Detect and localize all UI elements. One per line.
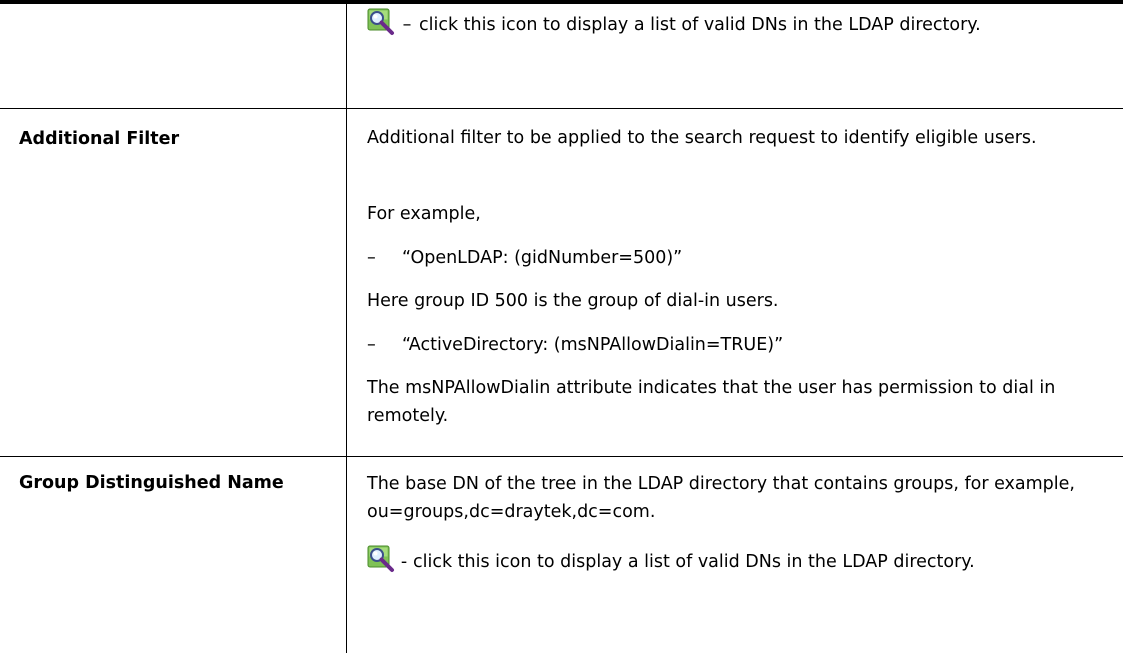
example-item: – “OpenLDAP: (gidNumber=500)” — [367, 244, 1112, 272]
example-item: – “ActiveDirectory: (msNPAllowDialin=TRUE… — [367, 331, 1112, 359]
icon-note-text: click this icon to display a list of val… — [419, 15, 981, 35]
icon-note-text: click this icon to display a list of val… — [413, 552, 975, 572]
column-divider — [346, 4, 347, 653]
icon-description: - click this icon to display a list of va… — [367, 545, 1112, 576]
row-separator — [0, 456, 1123, 457]
magnifier-icon[interactable] — [367, 545, 395, 573]
icon-description: – click this icon to display a list of va… — [367, 8, 1112, 39]
dash: – — [367, 335, 376, 355]
dash: – — [402, 15, 412, 35]
row-separator — [0, 108, 1123, 109]
term-additional-filter: Additional Filter — [19, 129, 180, 149]
example-text: “ActiveDirectory: (msNPAllowDialin=TRUE)… — [402, 335, 784, 355]
magnifier-icon[interactable] — [367, 8, 395, 36]
group-dn-description: The base DN of the tree in the LDAP dire… — [367, 474, 1075, 522]
dash: - — [400, 552, 408, 572]
additional-filter-description: Additional filter to be applied to the s… — [367, 128, 1037, 148]
dash: – — [367, 248, 376, 268]
table-top-border — [0, 0, 1123, 4]
term-group-distinguished-name: Group Distinguished Name — [19, 473, 284, 493]
example-intro: For example, — [367, 204, 481, 224]
example-text: “OpenLDAP: (gidNumber=500)” — [402, 248, 683, 268]
example-note: The msNPAllowDialin attribute indicates … — [367, 378, 1056, 426]
example-note: Here group ID 500 is the group of dial-i… — [367, 291, 779, 311]
